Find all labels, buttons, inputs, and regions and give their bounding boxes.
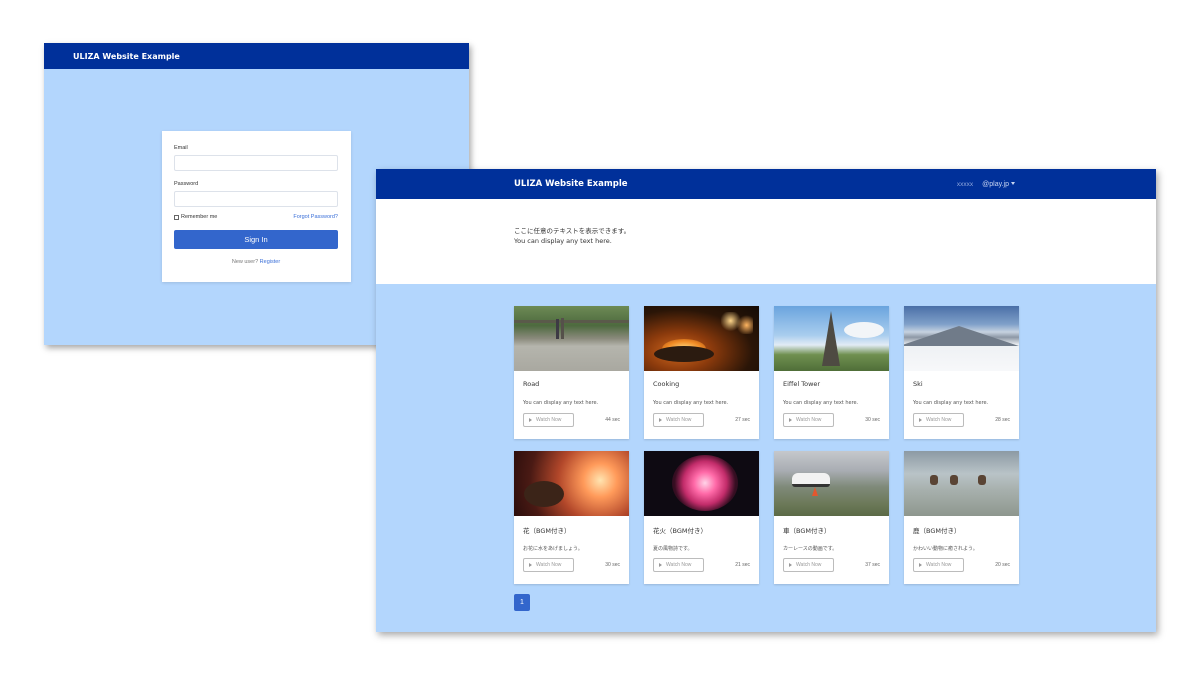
forgot-password-link[interactable]: Forgot Password? bbox=[293, 214, 338, 220]
password-label: Password bbox=[174, 181, 199, 187]
video-thumbnail[interactable] bbox=[904, 451, 1019, 516]
remember-me-label: Remember me bbox=[181, 214, 218, 220]
checkbox-icon[interactable] bbox=[174, 214, 179, 220]
watch-now-label: Watch Now bbox=[536, 417, 562, 423]
video-duration: 20 sec bbox=[995, 562, 1010, 568]
email-label: Email bbox=[174, 145, 188, 151]
video-title: 鹿（BGM付き） bbox=[913, 527, 961, 535]
video-description: You can display any text here. bbox=[783, 400, 859, 406]
play-icon bbox=[919, 563, 922, 567]
video-duration: 21 sec bbox=[735, 562, 750, 568]
watch-now-button[interactable]: Watch Now bbox=[913, 413, 964, 427]
watch-now-label: Watch Now bbox=[666, 562, 692, 568]
video-duration: 37 sec bbox=[865, 562, 880, 568]
video-thumbnail[interactable] bbox=[904, 306, 1019, 371]
sign-in-button[interactable]: Sign In bbox=[174, 230, 338, 249]
watch-now-label: Watch Now bbox=[796, 562, 822, 568]
watch-now-button[interactable]: Watch Now bbox=[913, 558, 964, 572]
password-field[interactable] bbox=[174, 191, 338, 207]
main-navbar: ULIZA Website Example xxxxx @play.jp bbox=[376, 169, 1156, 199]
video-duration: 28 sec bbox=[995, 417, 1010, 423]
account-dropdown-label: @play.jp bbox=[982, 180, 1009, 188]
play-icon bbox=[659, 563, 662, 567]
play-icon bbox=[529, 563, 532, 567]
video-title: Cooking bbox=[653, 380, 680, 388]
video-description: You can display any text here. bbox=[653, 400, 729, 406]
video-thumbnail[interactable] bbox=[774, 306, 889, 371]
video-grid: Road You can display any text here. Watc… bbox=[514, 306, 1019, 584]
register-row: New user? Register bbox=[174, 259, 338, 265]
play-icon bbox=[789, 563, 792, 567]
watch-now-button[interactable]: Watch Now bbox=[523, 413, 574, 427]
video-title: Ski bbox=[913, 380, 923, 388]
video-card[interactable]: Cooking You can display any text here. W… bbox=[644, 306, 759, 439]
video-title: 花（BGM付き） bbox=[523, 527, 571, 535]
video-thumbnail[interactable] bbox=[644, 306, 759, 371]
watch-now-button[interactable]: Watch Now bbox=[523, 558, 574, 572]
hero-text-en: You can display any text here. bbox=[514, 236, 612, 245]
watch-now-button[interactable]: Watch Now bbox=[653, 413, 704, 427]
video-description: かわいい動物に癒されよう。 bbox=[913, 546, 978, 552]
video-title: 花火（BGM付き） bbox=[653, 527, 707, 535]
video-title: Road bbox=[523, 380, 540, 388]
video-card[interactable]: Road You can display any text here. Watc… bbox=[514, 306, 629, 439]
video-thumbnail[interactable] bbox=[774, 451, 889, 516]
watch-now-label: Watch Now bbox=[796, 417, 822, 423]
watch-now-label: Watch Now bbox=[926, 562, 952, 568]
email-field[interactable] bbox=[174, 155, 338, 171]
video-card[interactable]: 鹿（BGM付き） かわいい動物に癒されよう。 Watch Now 20 sec bbox=[904, 451, 1019, 584]
remember-row: Remember me Forgot Password? bbox=[174, 214, 338, 220]
video-duration: 44 sec bbox=[605, 417, 620, 423]
account-dropdown[interactable]: @play.jp bbox=[982, 181, 1015, 188]
watch-now-label: Watch Now bbox=[926, 417, 952, 423]
remember-me-checkbox[interactable]: Remember me bbox=[174, 214, 217, 220]
video-title: Eiffel Tower bbox=[783, 380, 821, 388]
video-description: You can display any text here. bbox=[523, 400, 599, 406]
play-icon bbox=[529, 418, 532, 422]
video-card[interactable]: 花火（BGM付き） 夏の風物詩です。 Watch Now 21 sec bbox=[644, 451, 759, 584]
play-icon bbox=[789, 418, 792, 422]
watch-now-label: Watch Now bbox=[536, 562, 562, 568]
brand-logo[interactable]: ULIZA Website Example bbox=[514, 179, 628, 189]
video-duration: 30 sec bbox=[865, 417, 880, 423]
video-description: お花に水をあげましょう。 bbox=[523, 546, 583, 552]
video-thumbnail[interactable] bbox=[644, 451, 759, 516]
nav-right: xxxxx @play.jp bbox=[957, 169, 1015, 199]
register-link[interactable]: Register bbox=[260, 259, 280, 265]
login-form: Email Password Remember me Forgot Passwo… bbox=[162, 131, 351, 282]
video-description: You can display any text here. bbox=[913, 400, 989, 406]
new-user-text: New user? bbox=[231, 259, 259, 265]
watch-now-button[interactable]: Watch Now bbox=[653, 558, 704, 572]
watch-now-label: Watch Now bbox=[666, 417, 692, 423]
video-description: 夏の風物詩です。 bbox=[653, 546, 693, 552]
video-card[interactable]: Ski You can display any text here. Watch… bbox=[904, 306, 1019, 439]
caret-down-icon bbox=[1011, 182, 1015, 186]
brand-logo[interactable]: ULIZA Website Example bbox=[73, 52, 180, 61]
login-navbar: ULIZA Website Example bbox=[44, 43, 469, 69]
nav-username: xxxxx bbox=[956, 180, 974, 188]
video-card[interactable]: 花（BGM付き） お花に水をあげましょう。 Watch Now 30 sec bbox=[514, 451, 629, 584]
play-icon bbox=[659, 418, 662, 422]
video-card[interactable]: Eiffel Tower You can display any text he… bbox=[774, 306, 889, 439]
video-card[interactable]: 車（BGM付き） カーレースの動画です。 Watch Now 37 sec bbox=[774, 451, 889, 584]
video-title: 車（BGM付き） bbox=[783, 527, 831, 535]
watch-now-button[interactable]: Watch Now bbox=[783, 413, 834, 427]
video-thumbnail[interactable] bbox=[514, 451, 629, 516]
video-description: カーレースの動画です。 bbox=[783, 546, 838, 552]
main-window: ULIZA Website Example xxxxx @play.jp ここに… bbox=[376, 169, 1156, 632]
video-duration: 27 sec bbox=[735, 417, 750, 423]
watch-now-button[interactable]: Watch Now bbox=[783, 558, 834, 572]
video-thumbnail[interactable] bbox=[514, 306, 629, 371]
play-icon bbox=[919, 418, 922, 422]
pagination-page-1[interactable]: 1 bbox=[514, 594, 530, 611]
hero-section: ここに任意のテキストを表示できます。 You can display any t… bbox=[376, 199, 1156, 284]
hero-text-jp: ここに任意のテキストを表示できます。 bbox=[514, 227, 631, 235]
video-duration: 30 sec bbox=[605, 562, 620, 568]
